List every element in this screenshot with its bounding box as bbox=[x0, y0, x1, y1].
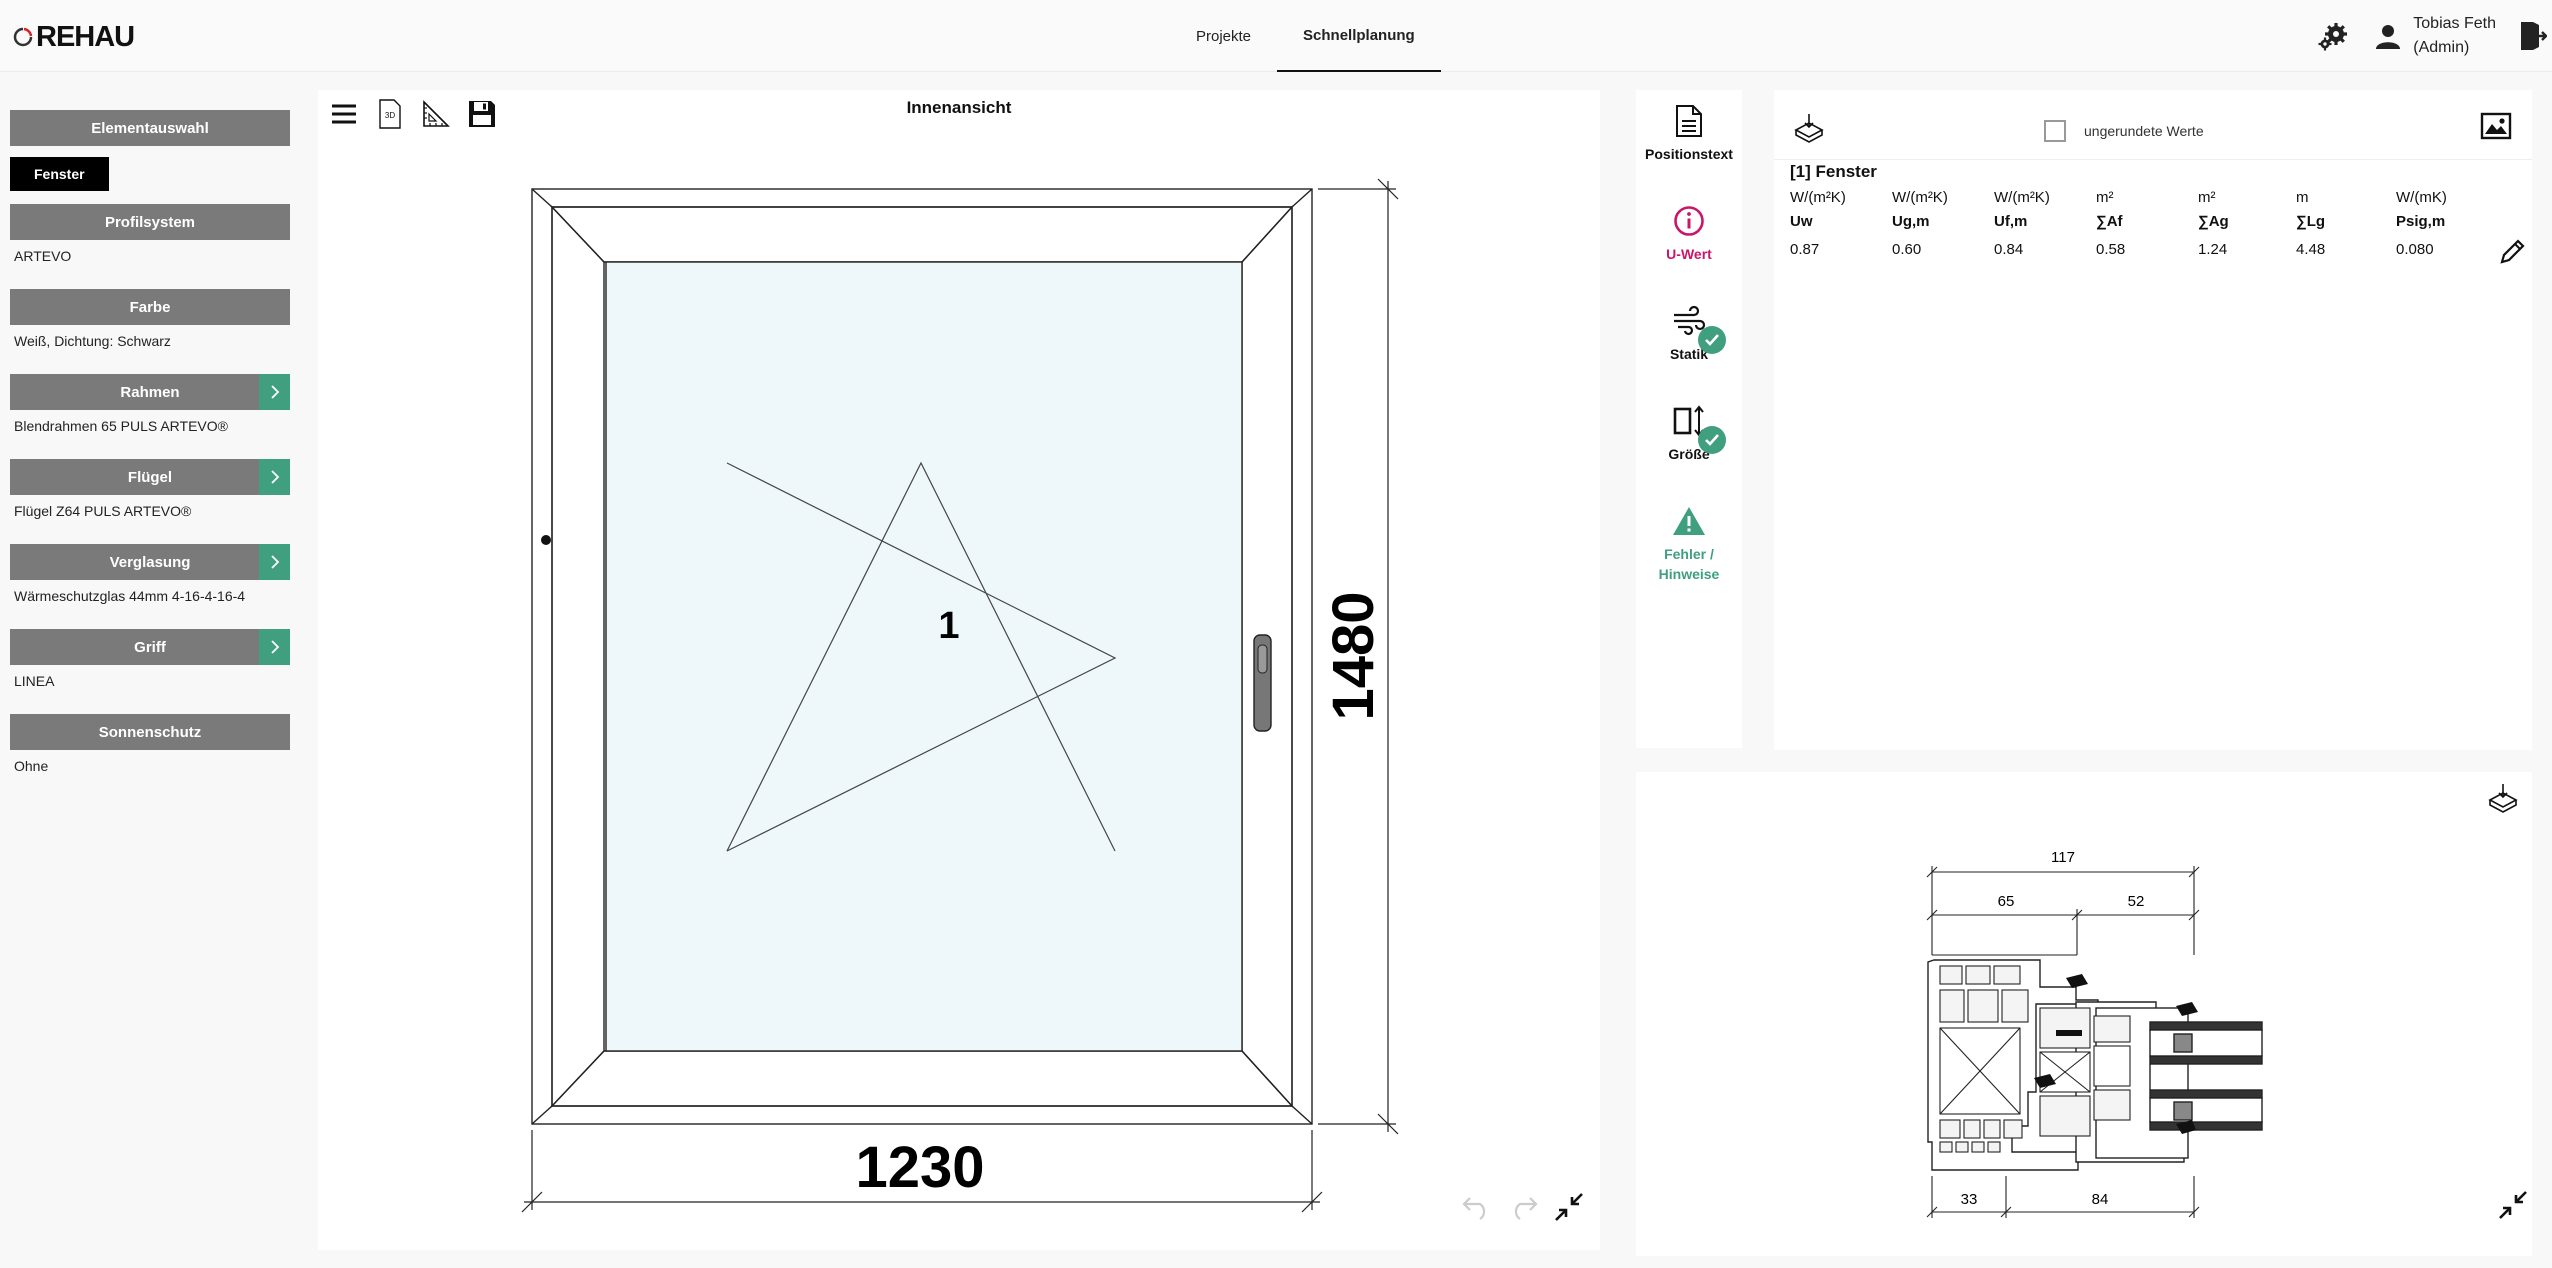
main-nav: Projekte Schnellplanung bbox=[1170, 0, 1441, 72]
dim-bottom-left-label: 33 bbox=[1961, 1191, 1978, 1208]
ungerundete-werte-label: ungerundete Werte bbox=[2084, 123, 2204, 139]
rail-item-positionstext[interactable]: Positionstext bbox=[1636, 98, 1742, 164]
window-elevation-drawing: 1230 1480 1 bbox=[521, 178, 1399, 1213]
rail-item-fehler-hinweise[interactable]: Fehler / Hinweise bbox=[1636, 498, 1742, 584]
wind-icon bbox=[1636, 298, 1742, 354]
save-icon[interactable] bbox=[466, 98, 498, 130]
sidebar-heading-profilsystem[interactable]: Profilsystem bbox=[10, 204, 290, 240]
undo-icon[interactable] bbox=[1460, 1190, 1494, 1224]
redo-icon[interactable] bbox=[1506, 1190, 1540, 1224]
u-wert-column-lg: m ∑Lg 4.48 bbox=[2296, 189, 2326, 258]
height-dimension-label: 1480 bbox=[1321, 591, 1386, 720]
dim-total-label: 117 bbox=[2051, 849, 2075, 866]
chevron-right-icon[interactable] bbox=[259, 629, 290, 665]
export-tray-icon[interactable] bbox=[1792, 112, 1826, 146]
measure-ruler-icon[interactable] bbox=[420, 98, 452, 130]
logo-mark-icon bbox=[13, 27, 33, 47]
resize-icon bbox=[1636, 398, 1742, 454]
3d-icon-label: 3D bbox=[385, 111, 395, 120]
sidebar-value-farbe: Weiß, Dichtung: Schwarz bbox=[14, 333, 171, 349]
sidebar-value-profilsystem: ARTEVO bbox=[14, 248, 72, 264]
sidebar-heading-griff[interactable]: Griff bbox=[10, 629, 290, 665]
u-wert-column-af: m² ∑Af 0.58 bbox=[2096, 189, 2126, 258]
header-actions: Tobias Feth (Admin) bbox=[2315, 0, 2552, 72]
sidebar-value-fluegel: Flügel Z64 PULS ARTEVO® bbox=[14, 503, 192, 519]
sidebar-value-sonnenschutz: Ohne bbox=[14, 758, 49, 774]
document-icon bbox=[1636, 98, 1742, 144]
collapse-view-icon[interactable] bbox=[2496, 1188, 2530, 1222]
sidebar-heading-rahmen[interactable]: Rahmen bbox=[10, 374, 290, 410]
menu-icon[interactable] bbox=[328, 98, 360, 130]
profile-section-drawing: 117 65 52 33 84 bbox=[1926, 849, 2263, 1218]
sidebar-heading-verglasung[interactable]: Verglasung bbox=[10, 544, 290, 580]
tab-schnellplanung[interactable]: Schnellplanung bbox=[1277, 0, 1441, 72]
window-drawing-canvas[interactable]: 1230 1480 1 3D Innenansicht bbox=[318, 90, 1600, 1250]
u-wert-title: [1] Fenster bbox=[1790, 162, 1877, 181]
sidebar-heading-sonnenschutz[interactable]: Sonnenschutz bbox=[10, 714, 290, 750]
app-header: REHAU Projekte Schnellplanung Tobias Fet… bbox=[0, 0, 2552, 72]
element-chip-fenster[interactable]: Fenster bbox=[10, 157, 109, 191]
logout-icon[interactable] bbox=[2518, 18, 2548, 54]
ungerundete-werte-checkbox[interactable] bbox=[2044, 120, 2066, 142]
chevron-right-icon[interactable] bbox=[259, 374, 290, 410]
rail-item-groesse[interactable]: Größe bbox=[1636, 398, 1742, 464]
sidebar-heading-elementauswahl[interactable]: Elementauswahl bbox=[10, 110, 290, 146]
3d-view-icon[interactable]: 3D bbox=[374, 98, 406, 130]
sidebar-value-griff: LINEA bbox=[14, 673, 55, 689]
edit-pencil-icon[interactable] bbox=[2496, 236, 2528, 268]
rehau-logo[interactable]: REHAU bbox=[12, 20, 135, 54]
info-circle-icon bbox=[1636, 198, 1742, 244]
u-wert-column-uw: W/(m²K) Uw 0.87 bbox=[1790, 189, 1846, 258]
check-badge-icon bbox=[1698, 326, 1726, 354]
u-wert-column-ufm: W/(m²K) Uf,m 0.84 bbox=[1994, 189, 2050, 258]
dim-bottom-right-label: 84 bbox=[2092, 1191, 2109, 1208]
analysis-icon-rail: Positionstext U-Wert Statik Größe Fehler… bbox=[1636, 90, 1742, 748]
tab-projekte[interactable]: Projekte bbox=[1170, 0, 1277, 72]
u-wert-panel: ungerundete Werte [1] Fenster W/(m²K) Uw… bbox=[1774, 90, 2532, 750]
chevron-right-icon[interactable] bbox=[259, 544, 290, 580]
image-icon[interactable] bbox=[2480, 112, 2514, 142]
logo-text: REHAU bbox=[36, 20, 135, 53]
chevron-right-icon[interactable] bbox=[259, 459, 290, 495]
dim-right-label: 52 bbox=[2128, 893, 2145, 910]
u-wert-column-ag: m² ∑Ag 1.24 bbox=[2198, 189, 2229, 258]
sidebar-heading-farbe[interactable]: Farbe bbox=[10, 289, 290, 325]
rail-item-u-wert[interactable]: U-Wert bbox=[1636, 198, 1742, 264]
user-name[interactable]: Tobias Feth (Admin) bbox=[2413, 12, 2496, 60]
u-wert-column-ugm: W/(m²K) Ug,m 0.60 bbox=[1892, 189, 1948, 258]
hinge-marker bbox=[541, 535, 551, 545]
check-badge-icon bbox=[1698, 426, 1726, 454]
user-avatar-icon[interactable] bbox=[2373, 21, 2403, 51]
sidebar-value-verglasung: Wärmeschutzglas 44mm 4-16-4-16-4 bbox=[14, 588, 246, 604]
dim-left-label: 65 bbox=[1998, 893, 2015, 910]
window-handle-icon[interactable] bbox=[1253, 634, 1272, 732]
settings-gears-icon[interactable] bbox=[2315, 18, 2351, 54]
profile-cross-section-panel: 117 65 52 33 84 bbox=[1636, 772, 2532, 1256]
width-dimension-label: 1230 bbox=[855, 1135, 984, 1200]
drawing-toolbar: 3D bbox=[328, 98, 498, 130]
warning-icon bbox=[1636, 498, 1742, 544]
view-controls bbox=[1460, 1190, 1586, 1224]
sidebar-heading-fluegel[interactable]: Flügel bbox=[10, 459, 290, 495]
u-wert-toolbar: ungerundete Werte bbox=[1774, 90, 2532, 160]
configuration-sidebar: Elementauswahl Fenster Profilsystem ARTE… bbox=[10, 110, 290, 799]
sash-number-label: 1 bbox=[938, 605, 959, 647]
collapse-view-icon[interactable] bbox=[1552, 1190, 1586, 1224]
sidebar-value-rahmen: Blendrahmen 65 PULS ARTEVO® bbox=[14, 418, 228, 434]
u-wert-column-psigm: W/(mK) Psig,m 0.080 bbox=[2396, 189, 2447, 258]
rail-item-statik[interactable]: Statik bbox=[1636, 298, 1742, 364]
